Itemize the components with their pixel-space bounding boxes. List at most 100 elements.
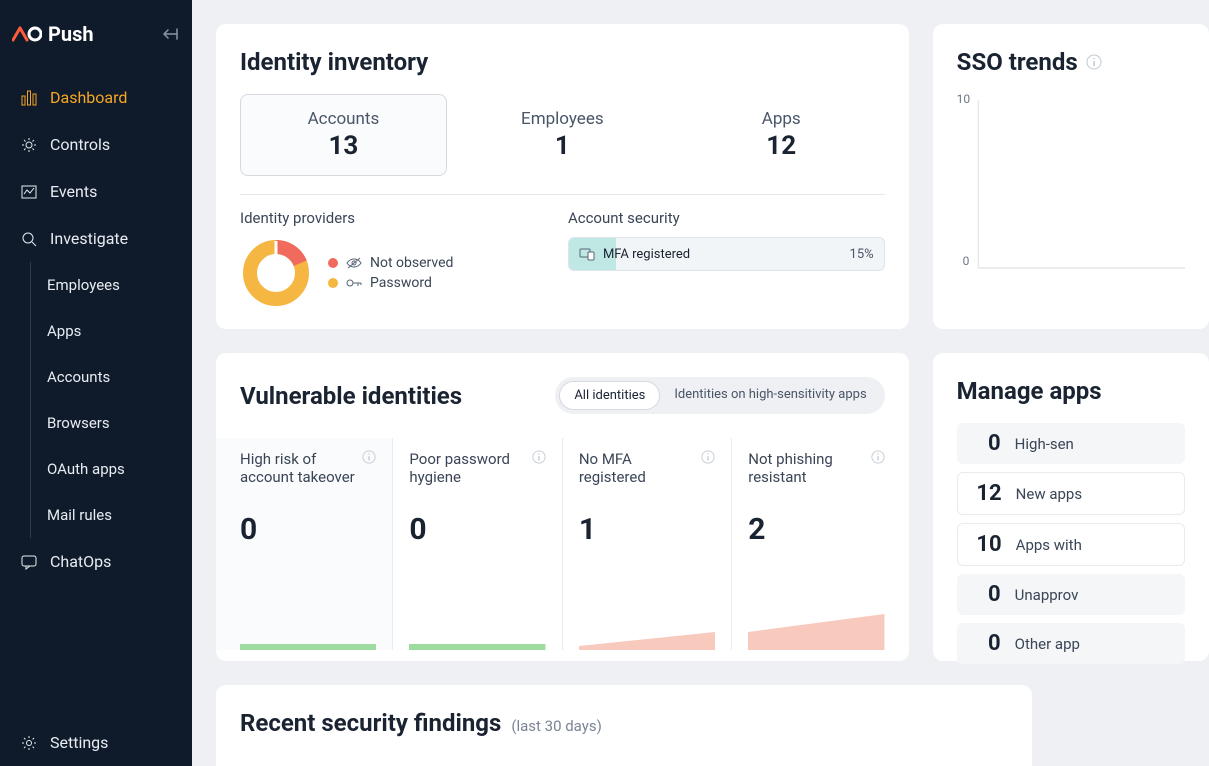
- vuln-value: 1: [579, 512, 715, 547]
- stat-apps[interactable]: Apps 12: [678, 94, 885, 176]
- stat-label: Employees: [521, 109, 604, 129]
- row-num: 0: [971, 582, 1001, 607]
- card-title: Recent security findings: [240, 709, 501, 737]
- stat-accounts[interactable]: Accounts 13: [240, 94, 447, 176]
- divider: [240, 194, 885, 195]
- legend-dot: [328, 258, 338, 268]
- legend: Not observed Password: [328, 255, 453, 291]
- toggle-high-sensitivity[interactable]: Identities on high-sensitivity apps: [660, 381, 880, 410]
- vuln-cell-not-phishing-resistant[interactable]: Not phishing resistant 2: [732, 438, 908, 650]
- info-icon[interactable]: [532, 450, 546, 464]
- logo-row: Push: [0, 0, 192, 68]
- sidebar-item-accounts[interactable]: Accounts: [33, 354, 192, 400]
- mfa-label: MFA registered: [603, 247, 690, 262]
- events-icon: [20, 183, 38, 201]
- nav-label: Investigate: [50, 229, 128, 248]
- nav-label: Events: [50, 182, 97, 201]
- nav-label: Controls: [50, 135, 110, 154]
- manage-row-apps-with[interactable]: 10Apps with: [957, 523, 1185, 566]
- manage-row-new-apps[interactable]: 12New apps: [957, 472, 1185, 515]
- sidebar-item-mail-rules[interactable]: Mail rules: [33, 492, 192, 538]
- row-num: 0: [971, 631, 1001, 656]
- info-icon[interactable]: [362, 450, 376, 464]
- manage-row-unapproved[interactable]: 0 Unapprov: [957, 574, 1185, 615]
- card-title: Identity inventory: [240, 48, 885, 76]
- card-title: Manage apps: [957, 377, 1185, 405]
- vuln-sparkline: [579, 602, 715, 650]
- identity-inventory-card: Identity inventory Accounts 13 Employees…: [216, 24, 909, 329]
- legend-dot: [328, 278, 338, 288]
- row-num: 10: [972, 532, 1002, 557]
- stat-employees[interactable]: Employees 1: [459, 94, 666, 176]
- identity-providers-section: Identity providers: [240, 209, 528, 309]
- stat-label: Apps: [762, 109, 801, 129]
- sidebar-item-apps[interactable]: Apps: [33, 308, 192, 354]
- vuln-value: 0: [409, 512, 545, 547]
- vuln-sparkline: [748, 602, 884, 650]
- nav-label: ChatOps: [50, 552, 111, 571]
- y-tick: 0: [963, 254, 970, 268]
- recent-findings-card: Recent security findings (last 30 days): [216, 685, 1032, 766]
- sidebar-item-events[interactable]: Events: [0, 168, 192, 215]
- sidebar-item-dashboard[interactable]: Dashboard: [0, 74, 192, 121]
- chatops-icon: [20, 553, 38, 571]
- nav: Dashboard Controls Events Investigate Em…: [0, 68, 192, 719]
- sidebar-item-oauth-apps[interactable]: OAuth apps: [33, 446, 192, 492]
- legend-item-not-observed[interactable]: Not observed: [328, 255, 453, 271]
- vuln-cell-poor-password[interactable]: Poor password hygiene 0: [393, 438, 562, 650]
- sidebar-item-chatops[interactable]: ChatOps: [0, 538, 192, 585]
- manage-apps-card: Manage apps 0High-sen 12New apps 10Apps …: [933, 353, 1209, 661]
- section-heading: Account security: [568, 209, 885, 227]
- vuln-value: 2: [748, 512, 884, 547]
- card-title: Vulnerable identities: [240, 382, 462, 410]
- nav-label: Accounts: [47, 368, 110, 386]
- sidebar-item-employees[interactable]: Employees: [33, 262, 192, 308]
- vuln-value: 0: [240, 512, 376, 547]
- stat-value: 1: [555, 131, 570, 161]
- vuln-cell-no-mfa[interactable]: No MFA registered 1: [563, 438, 732, 650]
- nav-label: Employees: [47, 276, 120, 294]
- sidebar: Push Dashboard Controls Events: [0, 0, 192, 766]
- vuln-title: Poor password hygiene: [409, 450, 525, 486]
- vuln-filter-toggle: All identities Identities on high-sensit…: [555, 377, 884, 414]
- nav-label: Mail rules: [47, 506, 112, 524]
- sidebar-item-investigate[interactable]: Investigate: [0, 215, 192, 262]
- nav-footer: Settings: [0, 719, 192, 766]
- row-num: 12: [972, 481, 1002, 506]
- manage-row-high-sensitivity[interactable]: 0High-sen: [957, 423, 1185, 464]
- sidebar-item-controls[interactable]: Controls: [0, 121, 192, 168]
- logo-mark-icon: [12, 25, 42, 43]
- eye-off-icon: [346, 256, 362, 270]
- nav-label: OAuth apps: [47, 460, 125, 478]
- manage-row-other-apps[interactable]: 0Other app: [957, 623, 1185, 664]
- key-icon: [346, 276, 362, 290]
- brand-name: Push: [48, 22, 94, 46]
- card-subtitle: (last 30 days): [511, 717, 601, 735]
- controls-icon: [20, 136, 38, 154]
- vuln-title: No MFA registered: [579, 450, 695, 486]
- sidebar-item-browsers[interactable]: Browsers: [33, 400, 192, 446]
- info-icon[interactable]: [701, 450, 715, 464]
- vuln-cell-high-risk[interactable]: High risk of account takeover 0: [216, 438, 393, 650]
- vuln-sparkline: [240, 602, 376, 650]
- collapse-sidebar-icon[interactable]: [162, 28, 178, 40]
- mfa-bar[interactable]: MFA registered 15%: [568, 237, 885, 271]
- sidebar-item-settings[interactable]: Settings: [0, 719, 192, 766]
- brand-logo[interactable]: Push: [12, 22, 94, 46]
- pill-label: All identities: [574, 388, 645, 403]
- sso-chart: 10 0: [957, 88, 1185, 288]
- legend-label: Password: [370, 275, 432, 291]
- row-label: Unapprov: [1015, 586, 1079, 604]
- vuln-sparkline: [409, 602, 545, 650]
- vuln-title: Not phishing resistant: [748, 450, 864, 486]
- info-icon[interactable]: [1086, 54, 1102, 70]
- info-icon[interactable]: [871, 450, 885, 464]
- nav-label: Settings: [50, 733, 108, 752]
- vulnerable-identities-card: Vulnerable identities All identities Ide…: [216, 353, 909, 661]
- nav-label: Apps: [47, 322, 81, 340]
- stats-row: Accounts 13 Employees 1 Apps 12: [240, 94, 885, 176]
- legend-item-password[interactable]: Password: [328, 275, 453, 291]
- manage-list: 0High-sen 12New apps 10Apps with 0 Unappr…: [957, 423, 1185, 664]
- mfa-pct: 15%: [850, 247, 874, 262]
- toggle-all-identities[interactable]: All identities: [559, 381, 660, 410]
